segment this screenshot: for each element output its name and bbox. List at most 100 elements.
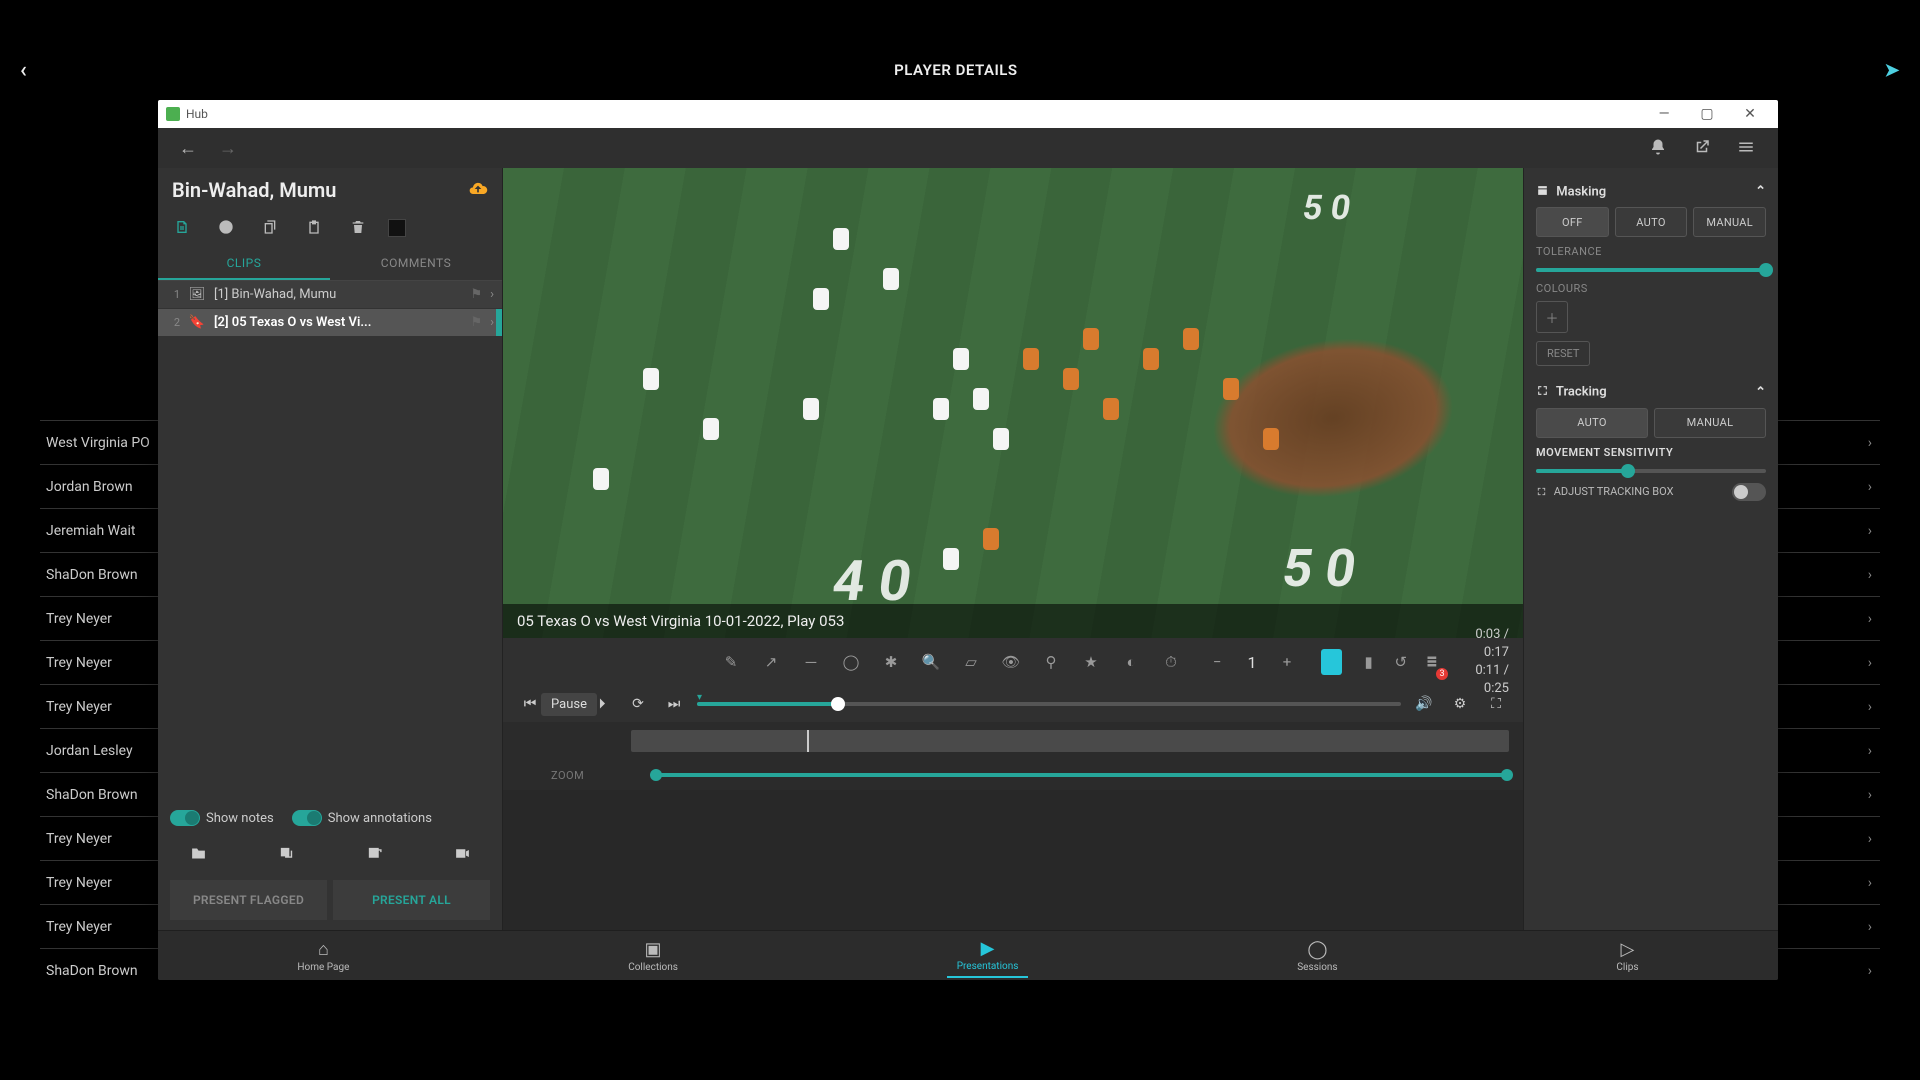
chevron-up-icon[interactable]: ⌃	[1755, 184, 1766, 199]
nav-back-button[interactable]: ←	[170, 130, 206, 166]
window-close-button[interactable]: ✕	[1730, 101, 1770, 127]
tool-arrow[interactable]: ↗	[757, 648, 785, 676]
tool-stopwatch[interactable]: ⏱	[1157, 648, 1185, 676]
player-marker	[933, 398, 949, 420]
share-icon[interactable]: ➤	[1884, 60, 1900, 81]
tool-marker[interactable]: ★	[1077, 648, 1105, 676]
new-note-button[interactable]	[168, 214, 196, 242]
adjust-tracking-toggle[interactable]	[1732, 483, 1766, 501]
clip-list: 1 🖼 [1] Bin-Wahad, Mumu ⚑ › 2 🔖 [2] 05 T…	[158, 281, 502, 337]
tool-zoom[interactable]: 🔍	[917, 648, 945, 676]
flag-icon[interactable]: ⚑	[470, 315, 482, 330]
menu-button[interactable]	[1726, 128, 1766, 168]
chevron-right-icon: ›	[1868, 831, 1880, 847]
delete-button[interactable]	[344, 214, 372, 242]
video-viewport[interactable]: 4 0 5 0 5 0	[503, 168, 1523, 638]
present-all-button[interactable]: PRESENT ALL	[333, 880, 490, 920]
sessions-icon: ◯	[1307, 939, 1327, 960]
chevron-right-icon: ›	[1868, 919, 1880, 935]
clip-stack-icon[interactable]: 3	[1422, 648, 1444, 676]
toggle-show-annotations[interactable]: Show annotations	[292, 810, 432, 826]
tracking-auto-button[interactable]: AUTO	[1536, 408, 1648, 438]
tool-erase[interactable]: ▮	[1358, 648, 1380, 676]
toggle-show-notes[interactable]: Show notes	[170, 810, 274, 826]
tool-ellipse[interactable]: ◯	[837, 648, 865, 676]
folder-button[interactable]	[178, 840, 218, 870]
playback-bar: ⏮ ⟲ ⏵ ⟳ ⏭ ▾ 🔊 ⚙ ⛶	[503, 686, 1523, 722]
chevron-right-icon: ›	[1868, 567, 1880, 583]
tool-polygon[interactable]: ▱	[957, 648, 985, 676]
tracking-manual-button[interactable]: MANUAL	[1654, 408, 1766, 438]
open-external-button[interactable]	[1682, 128, 1722, 168]
tool-eye[interactable]: 👁	[997, 648, 1025, 676]
chevron-right-icon: ›	[1868, 435, 1880, 451]
tool-line[interactable]: ─	[797, 648, 825, 676]
timeline-strip[interactable]	[503, 722, 1523, 760]
masking-off-button[interactable]: OFF	[1536, 207, 1609, 237]
chevron-right-icon: ›	[1868, 699, 1880, 715]
tool-spotlight[interactable]: ◐	[1117, 648, 1145, 676]
tool-undo[interactable]: ↺	[1390, 648, 1412, 676]
chevron-right-icon: ›	[1868, 523, 1880, 539]
nav-forward-button[interactable]: →	[210, 130, 246, 166]
flag-icon[interactable]: ⚑	[470, 287, 482, 302]
zoom-slider[interactable]	[654, 773, 1509, 777]
annotation-color-swatch[interactable]	[1321, 649, 1342, 675]
masking-manual-button[interactable]: MANUAL	[1693, 207, 1766, 237]
add-target-button[interactable]	[212, 214, 240, 242]
nav-sessions[interactable]: ◯ Sessions	[1287, 935, 1347, 977]
nav-presentations[interactable]: ▶ Presentations	[947, 934, 1029, 978]
cloud-sync-icon[interactable]	[468, 178, 488, 202]
notifications-button[interactable]	[1638, 128, 1678, 168]
next-clip-button[interactable]: ⏭	[661, 691, 687, 717]
player-marker	[983, 528, 999, 550]
chevron-up-icon[interactable]: ⌃	[1755, 385, 1766, 400]
video-caption: 05 Texas O vs West Virginia 10-01-2022, …	[503, 604, 1523, 638]
zoom-label: ZOOM	[551, 769, 584, 782]
nav-home[interactable]: ⌂ Home Page	[287, 935, 359, 977]
reset-colours-button[interactable]: RESET	[1536, 341, 1590, 366]
progress-slider[interactable]: ▾	[697, 702, 1401, 706]
nav-clips[interactable]: ▷ Clips	[1606, 935, 1648, 977]
copy-button[interactable]	[256, 214, 284, 242]
nav-collections[interactable]: ▣ Collections	[618, 935, 688, 977]
paste-button[interactable]	[300, 214, 328, 242]
present-flagged-button[interactable]: PRESENT FLAGGED	[170, 880, 327, 920]
counter-decrement[interactable]: −	[1203, 648, 1231, 676]
record-button[interactable]	[442, 840, 482, 870]
back-icon[interactable]: ‹	[20, 58, 27, 83]
tolerance-slider[interactable]: 100%	[1536, 268, 1766, 272]
sensitivity-slider[interactable]: 40%	[1536, 469, 1766, 473]
app-toolbar: ← →	[158, 128, 1778, 168]
prev-clip-button[interactable]: ⏮	[517, 691, 543, 717]
annotation-toolbar: Pause ✎ ↗ ─ ◯ ✱ 🔍 ▱ 👁 ⚲ ★ ◐ ⏱ −	[503, 638, 1523, 686]
chevron-right-icon: ›	[1868, 479, 1880, 495]
add-frame-button[interactable]	[266, 840, 306, 870]
forward-button[interactable]: ⟳	[625, 691, 651, 717]
tab-clips[interactable]: CLIPS	[158, 248, 330, 280]
left-panel: Bin-Wahad, Mumu CLIPS COMMENTS 1 🖼 [1] B…	[158, 168, 503, 930]
masking-auto-button[interactable]: AUTO	[1615, 207, 1688, 237]
counter-increment[interactable]: +	[1273, 648, 1301, 676]
window-minimize-button[interactable]: —	[1644, 101, 1684, 127]
tool-player[interactable]: ⚲	[1037, 648, 1065, 676]
clip-row[interactable]: 2 🔖 [2] 05 Texas O vs West Vi... ⚑ ›	[158, 309, 502, 337]
right-panel: Masking ⌃ OFF AUTO MANUAL TOLERANCE 100%…	[1523, 168, 1778, 930]
window-maximize-button[interactable]: ▢	[1687, 101, 1727, 127]
tool-link[interactable]: ✱	[877, 648, 905, 676]
add-colour-button[interactable]: ＋	[1536, 301, 1568, 333]
tab-comments[interactable]: COMMENTS	[330, 248, 502, 280]
tool-freehand[interactable]: ✎	[717, 648, 745, 676]
color-swatch[interactable]	[388, 219, 406, 237]
mute-button[interactable]: 🔊	[1411, 691, 1437, 717]
player-marker	[883, 268, 899, 290]
toggle-label: Show notes	[206, 811, 274, 826]
player-marker	[1183, 328, 1199, 350]
add-image-button[interactable]	[354, 840, 394, 870]
page-title: PLAYER DETAILS	[894, 61, 1017, 79]
bottom-nav: ⌂ Home Page ▣ Collections ▶ Presentation…	[158, 930, 1778, 980]
player-marker	[1223, 378, 1239, 400]
clip-row[interactable]: 1 🖼 [1] Bin-Wahad, Mumu ⚑ ›	[158, 281, 502, 309]
player-marker	[1063, 368, 1079, 390]
toggle-switch-icon	[292, 810, 322, 826]
